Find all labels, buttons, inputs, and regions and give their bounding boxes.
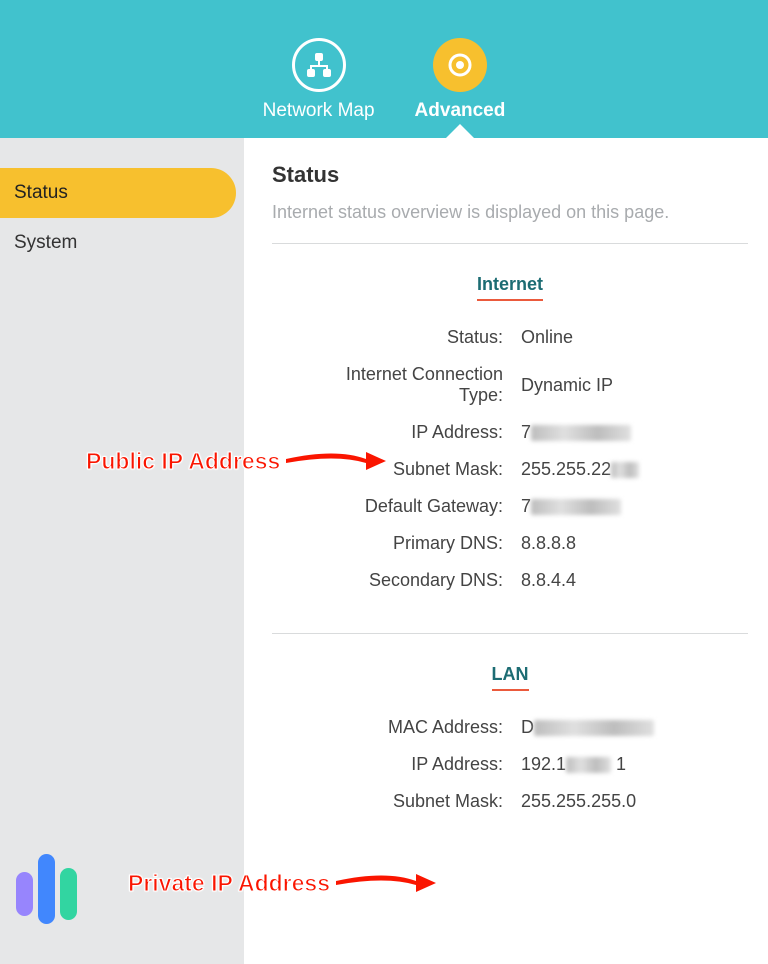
- row-ip: IP Address: 7: [272, 422, 748, 443]
- logo-bar: [16, 872, 33, 916]
- sidebar-item-system[interactable]: System: [0, 218, 236, 268]
- value-text: 7: [521, 496, 531, 516]
- tab-network-map[interactable]: Network Map: [263, 38, 375, 122]
- top-header: Network Map Advanced: [0, 0, 768, 138]
- redacted-blur: [611, 462, 639, 478]
- sidebar-item-label: Status: [14, 182, 68, 204]
- sidebar: Status System: [0, 138, 244, 964]
- row-label: Status:: [305, 327, 515, 348]
- row-label: IP Address:: [305, 422, 515, 443]
- row-value: 7: [515, 422, 715, 443]
- row-value: Online: [515, 327, 715, 348]
- row-label: Internet Connection Type:: [305, 364, 515, 406]
- row-label: MAC Address:: [305, 717, 515, 738]
- section-lan: LAN MAC Address: D IP Address: 192.1 1 S…: [272, 634, 748, 854]
- row-lan-subnet: Subnet Mask: 255.255.255.0: [272, 791, 748, 812]
- row-label: Default Gateway:: [305, 496, 515, 517]
- row-value: 192.1 1: [515, 754, 715, 775]
- row-value: 255.255.22: [515, 459, 715, 480]
- tab-label: Network Map: [263, 100, 375, 122]
- advanced-icon: [433, 38, 487, 92]
- row-dns1: Primary DNS: 8.8.8.8: [272, 533, 748, 554]
- tab-label: Advanced: [415, 100, 506, 122]
- row-label: Primary DNS:: [305, 533, 515, 554]
- row-label: Subnet Mask:: [305, 791, 515, 812]
- row-label: Secondary DNS:: [305, 570, 515, 591]
- row-value: 8.8.4.4: [515, 570, 715, 591]
- row-mac: MAC Address: D: [272, 717, 748, 738]
- section-title: LAN: [492, 664, 529, 691]
- row-dns2: Secondary DNS: 8.8.4.4: [272, 570, 748, 591]
- value-text: 7: [521, 422, 531, 442]
- row-gateway: Default Gateway: 7: [272, 496, 748, 517]
- sidebar-item-label: System: [14, 232, 77, 254]
- row-value: Dynamic IP: [515, 375, 715, 396]
- sidebar-item-status[interactable]: Status: [0, 168, 236, 218]
- row-value: 255.255.255.0: [515, 791, 715, 812]
- redacted-blur: [566, 757, 611, 773]
- value-text: 255.255.22: [521, 459, 611, 479]
- row-status: Status: Online: [272, 327, 748, 348]
- redacted-blur: [531, 425, 631, 441]
- row-label: IP Address:: [305, 754, 515, 775]
- redacted-blur: [534, 720, 654, 736]
- tab-advanced[interactable]: Advanced: [415, 38, 506, 122]
- row-subnet: Subnet Mask: 255.255.22: [272, 459, 748, 480]
- logo-bar: [60, 868, 77, 920]
- value-text: 1: [611, 754, 626, 774]
- section-internet: Internet Status: Online Internet Connect…: [272, 244, 748, 633]
- row-value: 8.8.8.8: [515, 533, 715, 554]
- section-title: Internet: [477, 274, 543, 301]
- row-conn-type: Internet Connection Type: Dynamic IP: [272, 364, 748, 406]
- page-title: Status: [272, 162, 748, 188]
- logo-bar: [38, 854, 55, 924]
- row-value: 7: [515, 496, 715, 517]
- watermark-logo: [16, 854, 77, 924]
- row-label: Subnet Mask:: [305, 459, 515, 480]
- main-content: Status Internet status overview is displ…: [244, 138, 768, 964]
- network-map-icon: [292, 38, 346, 92]
- value-text: 192.1: [521, 754, 566, 774]
- value-text: D: [521, 717, 534, 737]
- header-tabs: Network Map Advanced: [263, 38, 506, 138]
- redacted-blur: [531, 499, 621, 515]
- row-lan-ip: IP Address: 192.1 1: [272, 754, 748, 775]
- page-description: Internet status overview is displayed on…: [272, 202, 748, 223]
- row-value: D: [515, 717, 715, 738]
